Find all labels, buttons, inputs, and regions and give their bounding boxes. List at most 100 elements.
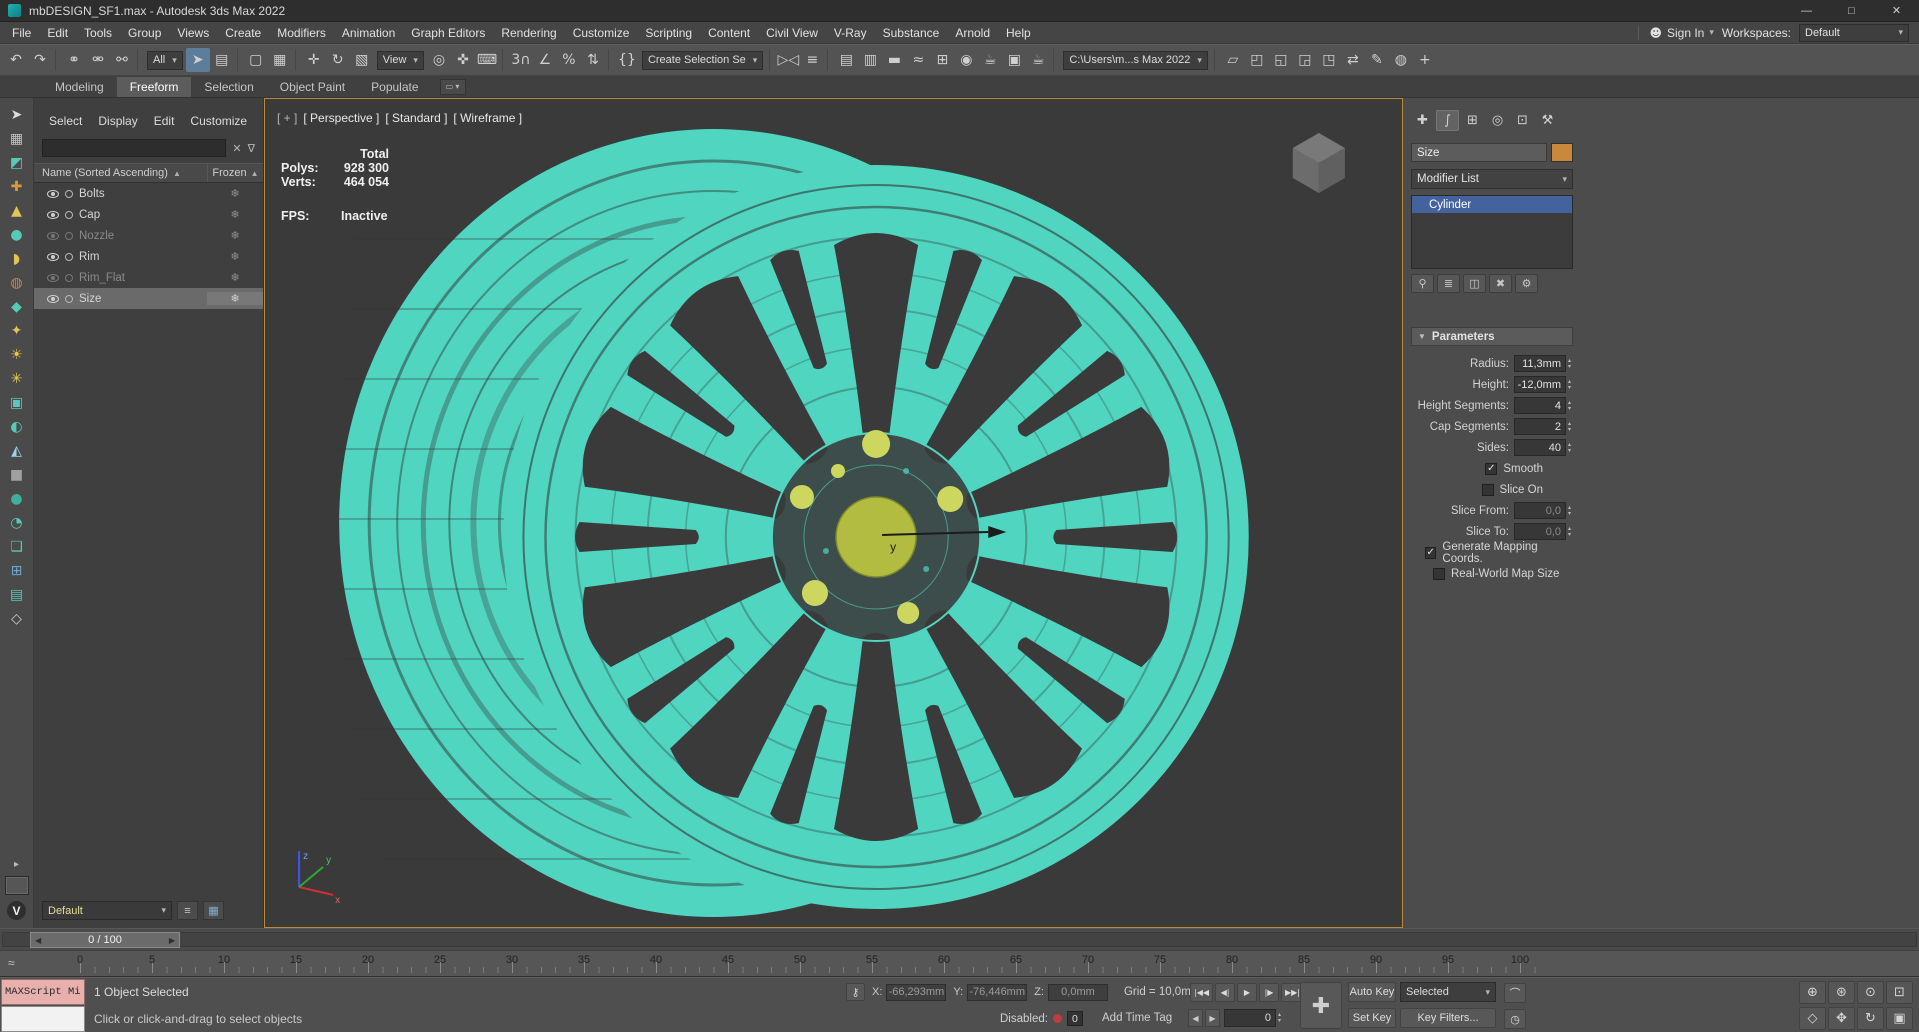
toggle-containers-icon[interactable]: ▱ (1221, 48, 1245, 72)
tab-motion[interactable]: ◎ (1486, 110, 1509, 131)
filter-icon[interactable]: ∇ (248, 142, 255, 155)
menu-scripting[interactable]: Scripting (637, 24, 700, 42)
time-slider-handle[interactable]: ◀ 0 / 100 ▶ (30, 932, 180, 948)
left-toolbar-icon[interactable]: ⊞ (5, 560, 29, 581)
height-segments-field[interactable]: 4 (1513, 397, 1566, 414)
orbit-icon[interactable]: ↻ (1857, 1007, 1884, 1030)
left-toolbar-icon[interactable]: ◇ (5, 608, 29, 629)
remove-modifier-icon[interactable]: ✖ (1489, 274, 1512, 293)
left-toolbar-icon[interactable]: ◗ (5, 248, 29, 269)
explorer-menu-display[interactable]: Display (91, 112, 144, 130)
y-coordinate-field[interactable]: -76,446mm (967, 983, 1028, 1001)
zoom-extents-icon[interactable]: ⊙ (1857, 981, 1884, 1004)
maximize-button[interactable]: □ (1829, 0, 1874, 21)
perspective-viewport[interactable]: y z x y [+] [Perspective] [Standard… (264, 98, 1403, 928)
undo-icon[interactable]: ↶ (4, 48, 28, 72)
left-toolbar-icon[interactable]: ● (5, 224, 29, 245)
height-field[interactable]: -12,0mm (1513, 376, 1566, 393)
frozen-toggle-icon[interactable]: ❄ (207, 187, 263, 200)
render-production-icon[interactable]: ☕ (1026, 48, 1050, 72)
current-frame-field[interactable]: 0 (1224, 1009, 1276, 1027)
explorer-menu-select[interactable]: Select (42, 112, 89, 130)
scene-object-row-cap[interactable]: Cap ❄ (34, 204, 263, 225)
pin-stack-icon[interactable]: ⚲ (1411, 274, 1434, 293)
tab-freeform[interactable]: Freeform (116, 76, 192, 97)
left-toolbar-icon[interactable]: ■ (5, 464, 29, 485)
left-toolbar-icon[interactable]: ◍ (5, 272, 29, 293)
spinner-snap-toggle-icon[interactable]: ⇅ (581, 48, 605, 72)
menu-substance[interactable]: Substance (875, 24, 948, 42)
frozen-toggle-icon[interactable]: ❄ (207, 250, 263, 263)
reference-coordinate-dropdown[interactable]: View (374, 50, 427, 70)
modifier-stack-item-cylinder[interactable]: Cylinder (1412, 196, 1572, 213)
render-setup-icon[interactable]: ☕ (978, 48, 1002, 72)
go-to-start-button[interactable]: |◀◀ (1190, 983, 1213, 1002)
menu-modifiers[interactable]: Modifiers (269, 24, 334, 42)
scene-object-row-bolts[interactable]: Bolts ❄ (34, 183, 263, 204)
add-time-tag[interactable]: Add Time Tag (1102, 1012, 1172, 1024)
slice-from-spinner[interactable]: ▴ ▾ (1568, 505, 1571, 517)
track-bar[interactable]: ≈ 0 5 10 15 20 25 30 35 40 45 50 55 60 65 70 75 80 85 90 95… (0, 950, 1919, 977)
tab-display[interactable]: ⊡ (1511, 110, 1534, 131)
scene-converter-icon[interactable]: ⇄ (1341, 48, 1365, 72)
align-icon[interactable]: ≡ (800, 48, 824, 72)
selection-filter-dropdown[interactable]: All (144, 50, 186, 70)
make-unique-icon[interactable]: ◫ (1463, 274, 1486, 293)
viewport-shading-label[interactable]: [ Wireframe ] (453, 111, 522, 125)
menu-help[interactable]: Help (998, 24, 1039, 42)
vray-logo-icon[interactable]: V (7, 901, 26, 920)
menu-arnold[interactable]: Arnold (947, 24, 998, 42)
previous-frame-button[interactable]: ◀| (1215, 983, 1235, 1002)
viewport-menu-plus[interactable]: [ + ] (277, 111, 297, 125)
mirror-icon[interactable]: ▷◁ (776, 48, 800, 72)
sides-spinner[interactable]: ▴ ▾ (1568, 442, 1571, 454)
time-slider[interactable]: ◀ 0 / 100 ▶ (0, 928, 1919, 950)
edit-container-icon[interactable]: ◳ (1317, 48, 1341, 72)
generate-mapping-coords-checkbox[interactable] (1425, 546, 1437, 559)
curve-editor-icon[interactable]: ≈ (906, 48, 930, 72)
slice-to-field[interactable]: 0,0 (1513, 523, 1566, 540)
active-layer-dropdown[interactable]: Default ▾ (42, 901, 172, 920)
height-spinner[interactable]: ▴ ▾ (1568, 379, 1571, 391)
rendered-frame-window-icon[interactable]: ▣ (1002, 48, 1026, 72)
vray-frame-buffer-icon[interactable]: ◍ (1389, 48, 1413, 72)
next-frame-nub[interactable]: ▶ (169, 936, 175, 945)
explorer-menu-edit[interactable]: Edit (147, 112, 182, 130)
menu-animation[interactable]: Animation (334, 24, 403, 42)
list-types-button[interactable]: ≡ (177, 901, 198, 920)
zoom-region-icon[interactable]: ⊡ (1886, 981, 1913, 1004)
schematic-view-icon[interactable]: ⊞ (930, 48, 954, 72)
viewport-standard-label[interactable]: [ Standard ] (385, 111, 447, 125)
tab-selection[interactable]: Selection (191, 77, 266, 97)
percent-snap-toggle-icon[interactable]: % (557, 48, 581, 72)
menu-group[interactable]: Group (120, 24, 169, 42)
current-frame-spinner[interactable]: ▴ ▾ (1278, 1012, 1281, 1024)
key-mode-dropdown[interactable]: Selected ▾ (1400, 982, 1496, 1002)
visibility-eye-icon[interactable] (47, 210, 59, 219)
left-toolbar-icon[interactable]: ▤ (5, 584, 29, 605)
viewport-canvas[interactable]: y z x y (265, 99, 1402, 927)
tab-hierarchy[interactable]: ⊞ (1461, 110, 1484, 131)
tab-populate[interactable]: Populate (358, 77, 431, 97)
key-filters-button[interactable]: Key Filters... (1400, 1008, 1496, 1028)
smooth-checkbox[interactable] (1485, 462, 1498, 475)
menu-rendering[interactable]: Rendering (493, 24, 564, 42)
clear-search-icon[interactable]: ✕ (232, 142, 241, 155)
maxscript-listener-line[interactable] (1, 1006, 85, 1032)
explorer-search-input[interactable] (42, 139, 227, 157)
window-crossing-toggle-icon[interactable]: ▦ (268, 48, 292, 72)
object-color-swatch[interactable] (1551, 143, 1573, 162)
next-key-icon[interactable]: ▶ (1205, 1009, 1220, 1027)
snaps-toggle-icon[interactable]: 3∩ (509, 48, 533, 72)
save-container-icon[interactable]: ◱ (1269, 48, 1293, 72)
explorer-settings-button[interactable]: ▦ (203, 901, 224, 920)
slice-to-spinner[interactable]: ▴ ▾ (1568, 526, 1571, 538)
next-frame-button[interactable]: |▶ (1259, 983, 1279, 1002)
select-and-link-icon[interactable]: ⚭ (62, 48, 86, 72)
bind-to-space-warp-icon[interactable]: ⚯ (110, 48, 134, 72)
pan-view-icon[interactable]: ✥ (1828, 1007, 1855, 1030)
frozen-toggle-icon[interactable]: ❄ (207, 208, 263, 221)
menu-file[interactable]: File (4, 24, 39, 42)
radius-spinner[interactable]: ▴ ▾ (1568, 358, 1571, 370)
select-and-rotate-icon[interactable]: ↻ (326, 48, 350, 72)
